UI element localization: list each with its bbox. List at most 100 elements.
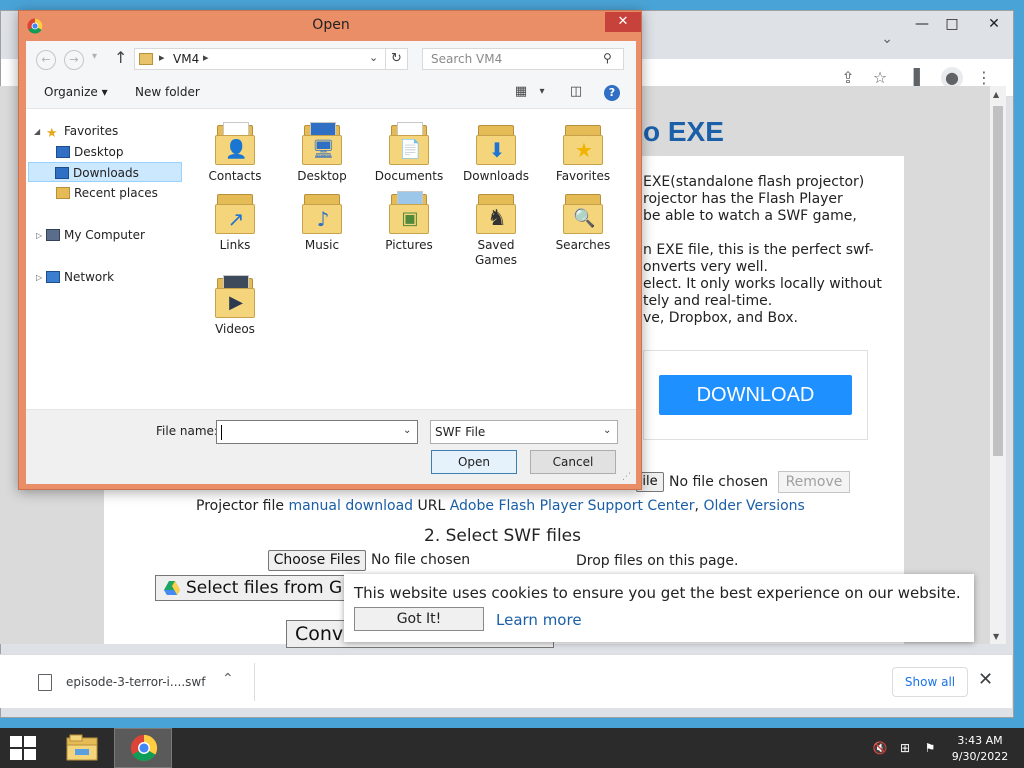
scroll-up-icon[interactable]: ▲ (993, 90, 999, 99)
clock-date[interactable]: 9/30/2022 (945, 750, 1015, 763)
nav-recent-places[interactable]: Recent places (56, 183, 182, 203)
up-arrow-icon[interactable]: ↑ (114, 48, 127, 67)
view-dropdown-icon[interactable]: ▾ (534, 84, 550, 100)
intro-line: onverts very well. (643, 259, 769, 275)
nav-label: Network (64, 270, 115, 284)
windows-logo-icon (24, 736, 36, 747)
open-button[interactable]: Open (431, 450, 517, 474)
folder-label: Contacts (208, 169, 262, 183)
chrome-taskbar-button[interactable] (114, 728, 172, 768)
help-icon[interactable]: ? (604, 85, 620, 101)
nav-label: Downloads (73, 166, 139, 180)
learn-more-link[interactable]: Learn more (496, 611, 582, 629)
volume-muted-icon[interactable]: 🔇 (872, 740, 888, 756)
scroll-down-icon[interactable]: ▼ (993, 632, 999, 641)
google-drive-icon (164, 581, 180, 595)
network-icon[interactable]: ⊞ (897, 740, 913, 756)
chevron-down-icon[interactable]: ⌄ (369, 51, 378, 64)
expand-icon[interactable]: ◢ (34, 127, 40, 136)
file-name-label: File name: (156, 424, 218, 438)
nav-desktop[interactable]: Desktop (56, 142, 182, 162)
got-it-button[interactable]: Got It! (354, 607, 484, 631)
windows-logo-icon (10, 736, 22, 747)
address-bar[interactable]: ▸ VM4 ▸ ⌄ ↻ (134, 48, 408, 70)
folder-item[interactable]: ⬇ Downloads (457, 121, 535, 184)
resize-grip-icon[interactable]: ⋰ (622, 472, 631, 482)
chevron-down-icon[interactable]: ⌄ (881, 31, 893, 47)
intro-line: tely and real-time. (643, 293, 773, 309)
folder-label: Music (304, 238, 340, 252)
folder-item[interactable]: ▣ Pictures (370, 190, 448, 253)
nav-network[interactable]: Network (46, 267, 182, 287)
nav-my-computer[interactable]: My Computer (46, 225, 182, 245)
folder-item[interactable]: ↗ Links (196, 190, 274, 253)
manual-download-link[interactable]: manual download (288, 498, 413, 514)
refresh-icon[interactable]: ↻ (385, 49, 407, 69)
chevron-up-icon[interactable]: ⌃ (222, 671, 234, 687)
page-scrollbar[interactable]: ▲ ▼ (990, 86, 1006, 644)
cancel-button[interactable]: Cancel (530, 450, 616, 474)
folder-label: Saved Games (475, 238, 517, 267)
start-button[interactable] (10, 736, 36, 760)
intro-line: ve, Dropbox, and Box. (643, 310, 798, 326)
section-heading: 2. Select SWF files (424, 526, 582, 546)
google-drive-button[interactable]: Select files from G (155, 575, 355, 601)
folder-item[interactable]: 🖥 Desktop (283, 121, 361, 184)
breadcrumb-arrow-icon[interactable]: ▸ (159, 51, 165, 64)
folder-item[interactable]: ♪ Music (283, 190, 361, 253)
download-button[interactable]: DOWNLOAD (659, 375, 852, 415)
file-name-input[interactable]: ⌄ (216, 420, 418, 444)
folder-item[interactable]: 📄 Documents (370, 121, 448, 184)
breadcrumb-arrow-icon[interactable]: ▸ (203, 51, 209, 64)
search-input[interactable]: Search VM4 ⚲ (422, 48, 624, 70)
choose-files-button[interactable]: Choose Files (268, 550, 366, 571)
chevron-down-icon[interactable]: ⌄ (603, 425, 611, 436)
search-icon[interactable]: ⚲ (603, 51, 612, 65)
dialog-close-button[interactable]: ✕ (605, 12, 641, 32)
searches-folder-icon: 🔍 (563, 190, 603, 234)
nav-downloads[interactable]: Downloads (28, 162, 182, 182)
nav-label: Desktop (74, 145, 124, 159)
nav-label: My Computer (64, 228, 145, 242)
minimize-button[interactable]: — (905, 13, 939, 35)
recent-dropdown-icon[interactable]: ▾ (92, 51, 97, 62)
dialog-footer: File name: ⌄ SWF File ⌄ Open Cancel ⋰ (26, 409, 636, 484)
folder-item[interactable]: 👤 Contacts (196, 121, 274, 184)
folder-item[interactable]: ♞ Saved Games (457, 190, 535, 268)
folder-label: Documents (374, 169, 444, 183)
folder-item[interactable]: ★ Favorites (544, 121, 622, 184)
show-all-button[interactable]: Show all (892, 667, 968, 697)
view-options-icon[interactable]: ▦ (513, 84, 529, 100)
intro-line: elect. It only works locally without (643, 276, 882, 292)
clock-time[interactable]: 3:43 AM (945, 734, 1015, 747)
download-item-name[interactable]: episode-3-terror-i....swf (66, 675, 205, 689)
breadcrumb[interactable]: VM4 (173, 52, 199, 66)
computer-icon (46, 229, 60, 241)
new-folder-button[interactable]: New folder (135, 85, 200, 99)
close-icon[interactable]: ✕ (978, 669, 993, 690)
close-button[interactable]: ✕ (977, 13, 1011, 35)
scroll-thumb[interactable] (993, 106, 1003, 456)
preview-pane-icon[interactable]: ◫ (568, 84, 584, 100)
folder-item[interactable]: 🔍 Searches (544, 190, 622, 253)
expand-icon[interactable]: ▷ (36, 273, 42, 282)
support-center-link[interactable]: Adobe Flash Player Support Center (450, 498, 695, 514)
action-center-icon[interactable]: ⚑ (922, 740, 938, 756)
file-type-select[interactable]: SWF File ⌄ (430, 420, 618, 444)
documents-folder-icon: 📄 (389, 121, 429, 165)
folder-label: Downloads (463, 169, 529, 183)
expand-icon[interactable]: ▷ (36, 231, 42, 240)
folder-item[interactable]: ▶ Videos (196, 274, 274, 337)
older-versions-link[interactable]: Older Versions (703, 498, 804, 514)
search-placeholder: Search VM4 (431, 52, 503, 66)
file-explorer-taskbar-button[interactable] (54, 728, 112, 768)
nav-favorites[interactable]: ★ Favorites (46, 121, 182, 141)
organize-menu[interactable]: Organize ▾ (44, 85, 108, 99)
chevron-down-icon[interactable]: ⌄ (403, 425, 411, 436)
maximize-button[interactable]: □ (935, 13, 969, 35)
back-icon[interactable]: ← (36, 50, 56, 70)
remove-button[interactable]: Remove (778, 471, 850, 493)
desktop-icon (56, 146, 70, 158)
forward-icon[interactable]: → (64, 50, 84, 70)
dialog-title: Open (312, 17, 350, 33)
